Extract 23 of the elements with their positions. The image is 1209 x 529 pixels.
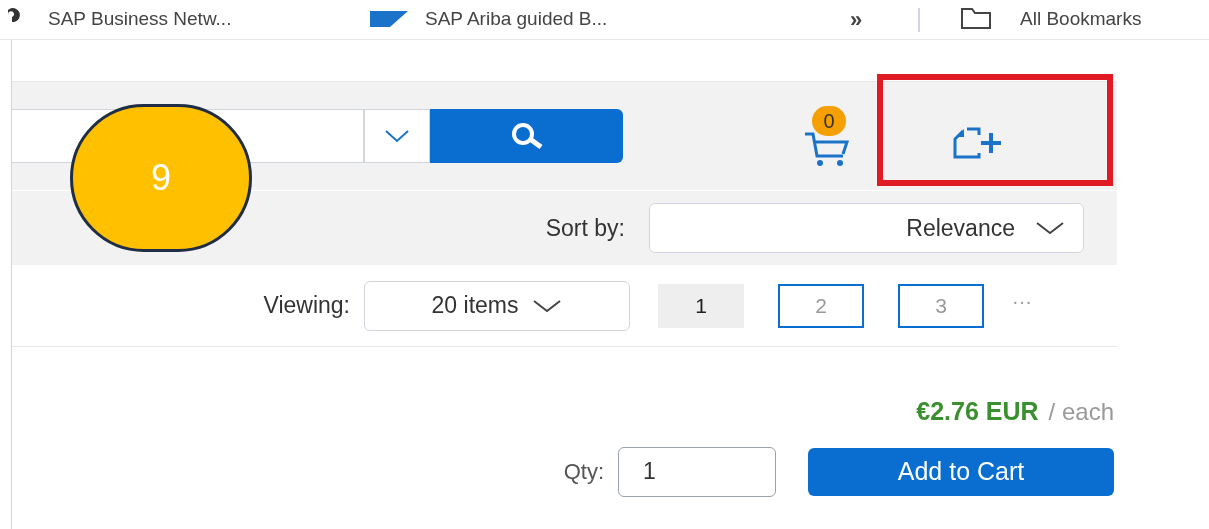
- caret-icon: [532, 297, 563, 314]
- folder-icon: [960, 6, 992, 30]
- sap-logo-icon: [370, 9, 408, 29]
- bookmark[interactable]: SAP Ariba guided B...: [425, 5, 608, 34]
- bookmarks-overflow-button[interactable]: »: [850, 3, 863, 36]
- search-button[interactable]: [430, 109, 623, 163]
- caret-icon: [1035, 220, 1065, 236]
- price-unit-text: / each: [1048, 397, 1114, 427]
- price-text: €2.76 EUR: [916, 396, 1039, 427]
- quantity-field[interactable]: 1: [618, 446, 776, 497]
- page-button[interactable]: 1: [658, 283, 744, 328]
- qty-label: Qty:: [563, 458, 604, 486]
- search-icon: [509, 122, 544, 150]
- all-bookmarks-button[interactable]: All Bookmarks: [1020, 5, 1142, 34]
- more-pages-indicator: ···: [1012, 288, 1032, 314]
- bookmark[interactable]: SAP Business Netw...: [48, 5, 232, 34]
- caret-icon: [384, 129, 410, 143]
- cart-count-badge: 0: [812, 106, 846, 136]
- sort-by-label: Sort by:: [545, 213, 625, 243]
- items-per-page-dropdown[interactable]: 20 items: [364, 280, 630, 331]
- sort-dropdown[interactable]: Relevance: [649, 203, 1084, 253]
- add-to-cart-button[interactable]: Add to Cart: [808, 447, 1114, 496]
- viewing-label: Viewing:: [263, 291, 350, 321]
